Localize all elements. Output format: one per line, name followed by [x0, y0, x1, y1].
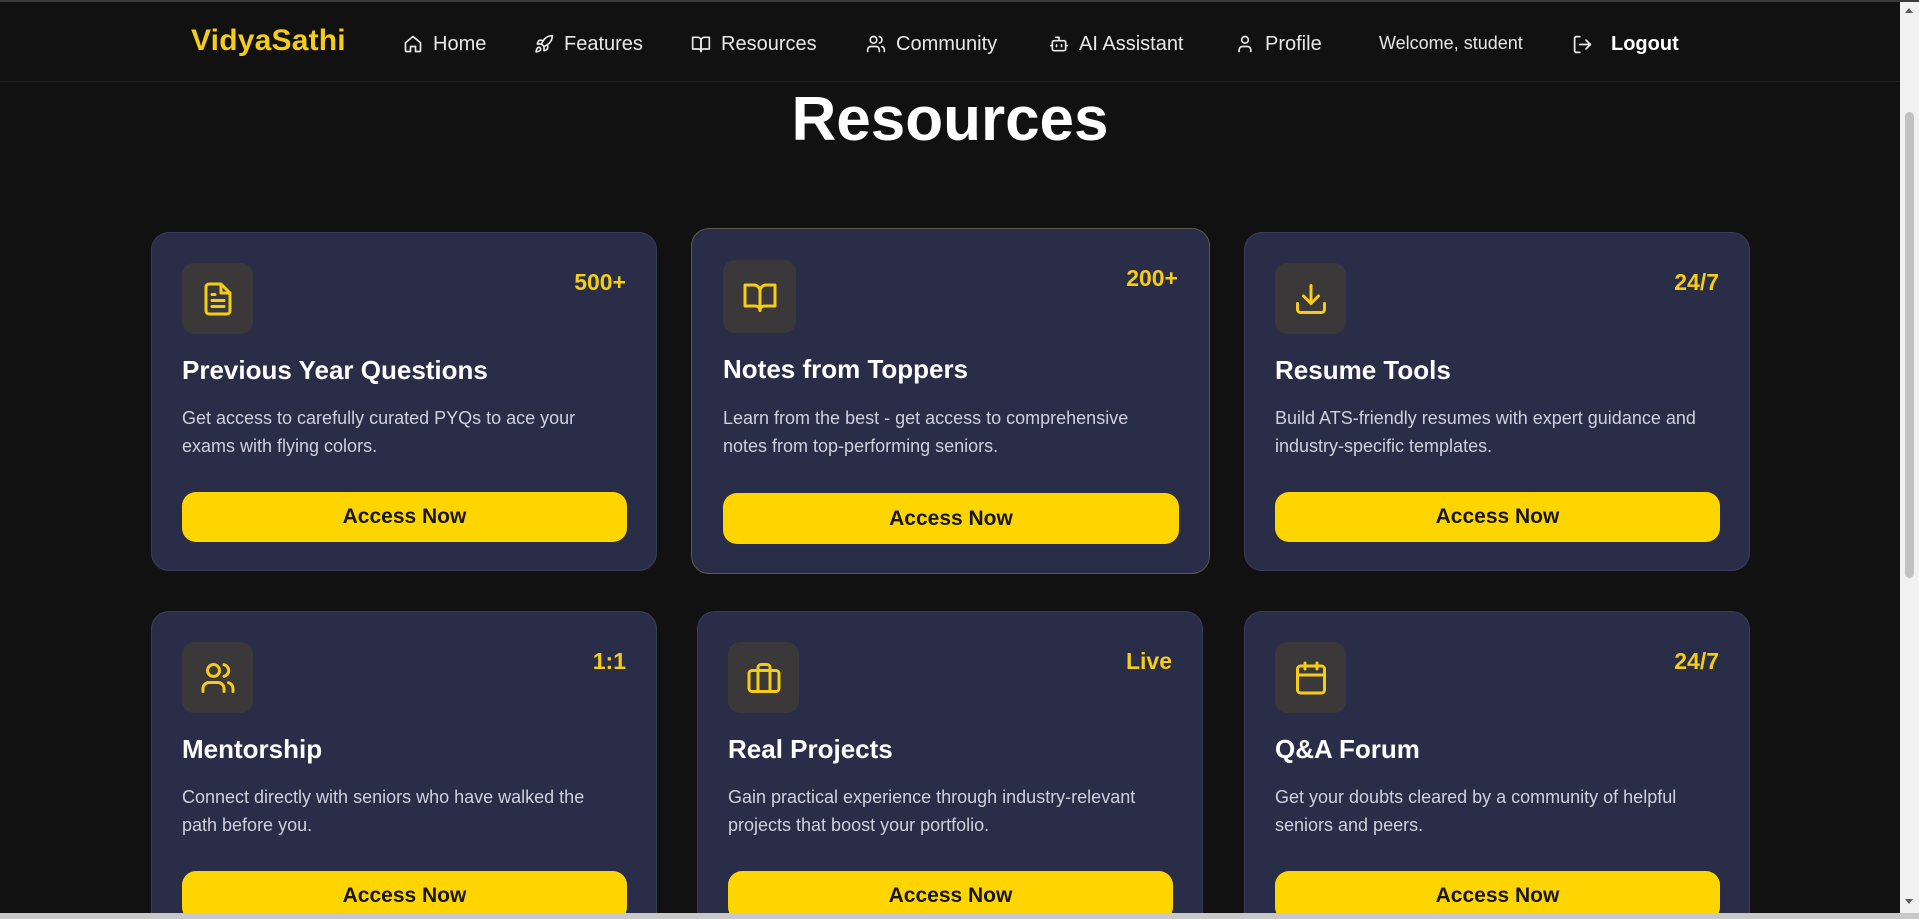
nav-profile-label: Profile: [1265, 32, 1322, 55]
nav-resources-label: Resources: [721, 32, 817, 55]
scroll-up-arrow-icon[interactable]: [1905, 8, 1913, 13]
brand-logo[interactable]: VidyaSathi: [191, 24, 346, 58]
card-stat: 24/7: [1674, 648, 1719, 674]
resource-card-notes: 200+ Notes from Toppers Learn from the b…: [691, 228, 1210, 574]
window-bottom-edge: [0, 913, 1919, 919]
access-now-button[interactable]: Access Now: [1275, 871, 1720, 919]
nav-community-label: Community: [896, 32, 998, 55]
scrollbar-thumb[interactable]: [1905, 112, 1914, 578]
file-text-icon: [204, 282, 231, 315]
card-description: Learn from the best - get access to comp…: [723, 408, 1129, 456]
briefcase-icon: [747, 662, 780, 693]
resource-card-mentorship: 1:1 Mentorship Connect directly with sen…: [151, 611, 657, 919]
nav-profile[interactable]: Profile: [1235, 29, 1322, 59]
welcome-text: Welcome, student: [1379, 33, 1523, 53]
card-stat: 200+: [1126, 265, 1178, 291]
card-stat: 500+: [574, 269, 626, 295]
logout-icon: [1573, 35, 1592, 53]
bot-icon: [1049, 36, 1069, 52]
resource-card-pyq: 500+ Previous Year Questions Get access …: [151, 232, 657, 571]
card-title: Mentorship: [182, 734, 323, 764]
nav-ai-assistant-label: AI Assistant: [1079, 32, 1184, 55]
resource-card-qa-forum: 24/7 Q&A Forum Get your doubts cleared b…: [1244, 611, 1750, 919]
card-icon-box: [1275, 642, 1346, 713]
scroll-down-arrow-icon[interactable]: [1905, 899, 1913, 904]
access-now-button[interactable]: Access Now: [182, 492, 627, 542]
home-icon: [404, 35, 422, 53]
vertical-scrollbar[interactable]: [1900, 2, 1919, 913]
card-icon-box: [182, 642, 253, 713]
card-stat: 1:1: [592, 648, 626, 674]
card-description: Get access to carefully curated PYQs to …: [182, 408, 576, 456]
card-icon-box: [182, 263, 253, 334]
resource-card-resume: 24/7 Resume Tools Build ATS-friendly res…: [1244, 232, 1750, 571]
nav-community[interactable]: Community: [866, 29, 997, 59]
rocket-icon: [535, 34, 554, 53]
logout-button[interactable]: Logout: [1572, 29, 1679, 59]
card-description: Build ATS-friendly resumes with expert g…: [1275, 408, 1696, 456]
card-title: Real Projects: [728, 734, 893, 764]
user-icon: [1238, 35, 1252, 53]
card-title: Previous Year Questions: [182, 355, 488, 385]
page-title: Resources: [791, 85, 1109, 154]
navbar: VidyaSathi Home Features Resources Commu…: [0, 2, 1900, 82]
nav-ai-assistant[interactable]: AI Assistant: [1049, 29, 1184, 59]
users-icon: [866, 35, 886, 53]
access-now-button[interactable]: Access Now: [182, 871, 627, 919]
logout-label: Logout: [1611, 32, 1679, 55]
users-icon: [201, 662, 235, 693]
nav-home-label: Home: [433, 32, 487, 55]
calendar-icon: [1295, 661, 1326, 694]
nav-home[interactable]: Home: [403, 29, 486, 59]
card-description: Get your doubts cleared by a community o…: [1275, 787, 1677, 835]
access-now-button[interactable]: Access Now: [1275, 492, 1720, 542]
book-open-icon: [743, 283, 776, 312]
book-open-icon: [691, 36, 711, 53]
access-now-button[interactable]: Access Now: [728, 871, 1173, 919]
card-stat: Live: [1125, 648, 1172, 674]
card-stat: 24/7: [1674, 269, 1719, 295]
card-description: Connect directly with seniors who have w…: [182, 787, 585, 835]
card-icon-box: [723, 260, 796, 333]
nav-features-label: Features: [564, 32, 643, 55]
card-title: Notes from Toppers: [723, 354, 969, 384]
download-icon: [1295, 283, 1326, 314]
card-description: Gain practical experience through indust…: [728, 787, 1136, 835]
resource-card-projects: Live Real Projects Gain practical experi…: [697, 611, 1203, 919]
nav-resources[interactable]: Resources: [691, 29, 817, 59]
card-title: Q&A Forum: [1275, 734, 1420, 764]
access-now-button[interactable]: Access Now: [723, 493, 1179, 544]
card-title: Resume Tools: [1275, 355, 1451, 385]
nav-features[interactable]: Features: [534, 29, 643, 59]
card-icon-box: [1275, 263, 1346, 334]
card-icon-box: [728, 642, 799, 713]
